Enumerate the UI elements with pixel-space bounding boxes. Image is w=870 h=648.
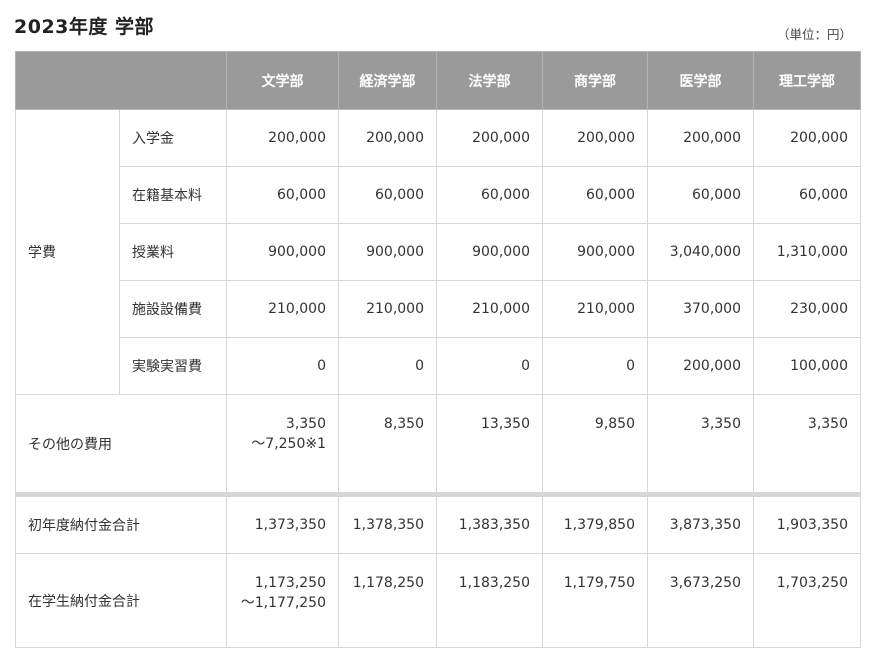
table-cell: 3,350 ～7,250※1 <box>226 394 339 493</box>
table-cell: 1,310,000 <box>753 223 861 281</box>
row-label: その他の費用 <box>15 394 227 493</box>
row-label: 授業料 <box>119 223 227 281</box>
cell-line: 13,350 <box>481 416 530 432</box>
table-cell: 900,000 <box>436 223 543 281</box>
table-cell: 200,000 <box>753 109 861 167</box>
table-cell: 100,000 <box>753 337 861 395</box>
cell-line: 8,350 <box>383 416 424 432</box>
table-cell: 60,000 <box>226 166 339 224</box>
column-header: 医学部 <box>647 51 754 110</box>
cell-line: ～7,250※1 <box>251 436 326 452</box>
cell-line: 9,850 <box>594 416 635 432</box>
cell-line: 3,350 <box>807 416 848 432</box>
table-cell: 1,179,750 <box>542 553 648 648</box>
table-row: 在籍基本料 60,000 60,000 60,000 60,000 60,000… <box>16 166 861 224</box>
column-header: 文学部 <box>226 51 339 110</box>
table-cell: 1,903,350 <box>753 496 861 554</box>
table-cell: 200,000 <box>226 109 339 167</box>
table-cell: 200,000 <box>436 109 543 167</box>
page-title: 2023年度 学部 <box>14 16 154 38</box>
table-cell: 0 <box>226 337 339 395</box>
column-header: 法学部 <box>436 51 543 110</box>
tuition-group-label: 学費 <box>15 109 120 395</box>
table-cell: 3,040,000 <box>647 223 754 281</box>
table-cell: 60,000 <box>542 166 648 224</box>
header-corner <box>15 51 227 110</box>
cell-line: 1,173,250 <box>254 575 326 591</box>
row-label: 在学生納付金合計 <box>15 553 227 648</box>
table-row: 授業料 900,000 900,000 900,000 900,000 3,04… <box>16 223 861 281</box>
table-cell: 1,703,250 <box>753 553 861 648</box>
table-cell: 900,000 <box>542 223 648 281</box>
table-cell: 3,350 <box>647 394 754 493</box>
cell-line: 3,350 <box>285 416 326 432</box>
column-header: 商学部 <box>542 51 648 110</box>
table-cell: 200,000 <box>647 337 754 395</box>
table-row: 実験実習費 0 0 0 0 200,000 100,000 <box>16 337 861 395</box>
table-cell: 900,000 <box>226 223 339 281</box>
row-label: 初年度納付金合計 <box>15 496 227 554</box>
table-cell: 1,183,250 <box>436 553 543 648</box>
table-cell: 0 <box>436 337 543 395</box>
table-cell: 1,178,250 <box>338 553 437 648</box>
cell-line: 1,703,250 <box>776 575 848 591</box>
row-label: 施設設備費 <box>119 280 227 338</box>
table-cell: 3,673,250 <box>647 553 754 648</box>
table-cell: 200,000 <box>338 109 437 167</box>
table-cell: 1,378,350 <box>338 496 437 554</box>
table-cell: 60,000 <box>647 166 754 224</box>
cell-line: 1,178,250 <box>352 575 424 591</box>
cell-line: 3,350 <box>700 416 741 432</box>
cell-line: 1,179,750 <box>563 575 635 591</box>
header-row: 文学部 経済学部 法学部 商学部 医学部 理工学部 <box>15 51 861 110</box>
table-cell: 0 <box>542 337 648 395</box>
fee-table: 文学部 経済学部 法学部 商学部 医学部 理工学部 学費 入学金 200,000… <box>15 51 861 648</box>
table-cell: 60,000 <box>753 166 861 224</box>
table-cell: 230,000 <box>753 280 861 338</box>
table-cell: 200,000 <box>542 109 648 167</box>
table-cell: 1,383,350 <box>436 496 543 554</box>
table-cell: 370,000 <box>647 280 754 338</box>
table-cell: 1,379,850 <box>542 496 648 554</box>
cell-line: 3,673,250 <box>669 575 741 591</box>
table-cell: 1,173,250 ～1,177,250 <box>226 553 339 648</box>
table-cell: 210,000 <box>338 280 437 338</box>
table-row: 学費 入学金 200,000 200,000 200,000 200,000 2… <box>15 109 861 395</box>
table-cell: 210,000 <box>226 280 339 338</box>
table-row-enrolled-total: 在学生納付金合計 1,173,250 ～1,177,250 1,178,250 … <box>15 553 861 648</box>
row-label: 入学金 <box>119 109 227 167</box>
table-cell: 3,873,350 <box>647 496 754 554</box>
table-cell: 60,000 <box>338 166 437 224</box>
table-cell: 1,373,350 <box>226 496 339 554</box>
cell-line: 1,183,250 <box>458 575 530 591</box>
table-cell: 60,000 <box>436 166 543 224</box>
table-row-other-fees: その他の費用 3,350 ～7,250※1 8,350 13,350 9,850… <box>15 394 861 493</box>
row-label: 実験実習費 <box>119 337 227 395</box>
table-cell: 3,350 <box>753 394 861 493</box>
table-cell: 13,350 <box>436 394 543 493</box>
table-cell: 200,000 <box>647 109 754 167</box>
cell-line: ～1,177,250 <box>240 595 326 611</box>
column-header: 理工学部 <box>753 51 861 110</box>
table-cell: 0 <box>338 337 437 395</box>
column-header: 経済学部 <box>338 51 437 110</box>
table-cell: 9,850 <box>542 394 648 493</box>
unit-note: （単位：円） <box>776 27 852 42</box>
row-label: 在籍基本料 <box>119 166 227 224</box>
table-cell: 210,000 <box>436 280 543 338</box>
table-row: 施設設備費 210,000 210,000 210,000 210,000 37… <box>16 280 861 338</box>
table-cell: 210,000 <box>542 280 648 338</box>
table-cell: 8,350 <box>338 394 437 493</box>
table-cell: 900,000 <box>338 223 437 281</box>
table-row-first-year-total: 初年度納付金合計 1,373,350 1,378,350 1,383,350 1… <box>15 496 861 554</box>
